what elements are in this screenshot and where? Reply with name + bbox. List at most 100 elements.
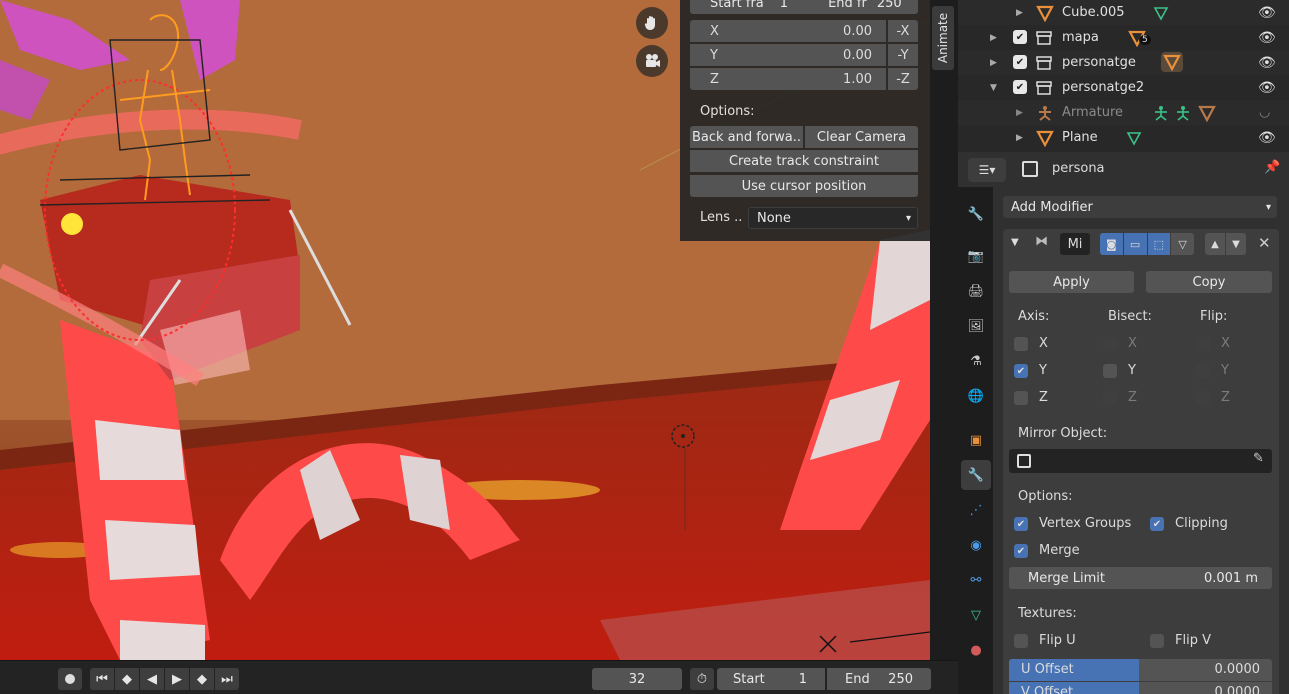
options-label: Options: [1018,489,1073,504]
close-icon[interactable]: ✕ [1258,234,1271,252]
u-offset-field[interactable]: U Offset 0.0000 [1009,659,1272,681]
play-icon: ▶ [172,671,182,687]
realtime-toggle[interactable]: ▭ [1123,233,1147,255]
use-cursor-position-button[interactable]: Use cursor position [690,175,918,197]
hand-pan-button[interactable] [636,7,668,39]
apply-button[interactable]: Apply [1009,271,1134,293]
on-cage-toggle[interactable]: ⬚ [1147,233,1171,255]
collapse-arrow-icon[interactable]: ▼ [1011,237,1019,248]
z-field[interactable]: Z 1.00 [690,68,886,90]
y-field[interactable]: Y 0.00 [690,44,886,66]
tab-render[interactable]: 📷 [961,241,991,271]
3d-viewport[interactable]: Start fra 1 End fr 250 X 0.00 -X Y 0.00 … [0,0,930,660]
bisect-z-checkbox[interactable] [1103,391,1117,405]
back-and-forward-button[interactable]: Back and forwa.. [690,126,803,148]
armature-icon [1039,105,1051,121]
eye-icon[interactable]: 👁 [1258,55,1276,71]
vertex-groups-checkbox[interactable]: ✔ [1014,517,1028,531]
mirror-object-field[interactable]: ✎ [1009,449,1272,473]
neg-x-button[interactable]: -X [888,20,918,42]
pin-icon[interactable]: 📌 [1264,160,1280,175]
bisect-y-checkbox[interactable] [1103,364,1117,378]
exclude-checkbox[interactable]: ✔ [1013,80,1027,94]
clear-camera-button[interactable]: Clear Camera [805,126,918,148]
eye-hidden-icon[interactable]: ◡ [1259,105,1270,120]
tab-particles[interactable]: ⋰ [961,495,991,525]
expand-arrow-icon[interactable]: ▶ [990,58,997,68]
eye-icon[interactable]: 👁 [1258,80,1276,96]
editor-type-dropdown[interactable]: ☰▾ [968,158,1006,182]
flip-z-checkbox[interactable] [1196,391,1210,405]
camera-view-button[interactable] [636,45,668,77]
exclude-checkbox[interactable]: ✔ [1013,30,1027,44]
axis-y-checkbox[interactable]: ✔ [1014,364,1028,378]
tab-output[interactable]: 🖨 [961,276,991,306]
axis-x-checkbox[interactable] [1014,337,1028,351]
flip-y-checkbox[interactable] [1196,364,1210,378]
outliner-row-personatge[interactable]: ▶ ✔ personatge 👁 [958,50,1289,75]
expand-arrow-icon[interactable]: ▶ [990,33,997,43]
clipping-checkbox[interactable]: ✔ [1150,517,1164,531]
tab-world[interactable]: 🌐 [961,381,991,411]
record-button[interactable] [58,668,82,690]
play-button[interactable]: ▶ [165,668,189,690]
edit-mode-toggle[interactable]: ◙ [1100,233,1123,255]
neg-z-button[interactable]: -Z [888,68,918,90]
flip-u-checkbox[interactable] [1014,634,1028,648]
start-frame-value[interactable]: 1 [780,0,788,11]
end-frame-field[interactable]: End 250 [827,668,931,690]
add-modifier-dropdown[interactable]: Add Modifier ▾ [1003,196,1277,218]
prev-keyframe-button[interactable]: ◆ [115,668,139,690]
tab-material[interactable]: ● [961,635,991,665]
outliner-row-plane[interactable]: ▶ Plane 👁 [958,125,1289,150]
x-field[interactable]: X 0.00 [690,20,886,42]
collapse-arrow-icon[interactable]: ▼ [990,83,997,93]
outliner-row-cube005[interactable]: ▶ Cube.005 👁 [958,0,1289,25]
merge-limit-field[interactable]: Merge Limit 0.001 m [1009,567,1272,589]
bisect-x-checkbox[interactable] [1103,337,1117,351]
next-keyframe-button[interactable]: ◆ [190,668,214,690]
tab-object[interactable]: ▣ [961,425,991,455]
vertex-toggle[interactable]: ▽ [1171,233,1194,255]
copy-button[interactable]: Copy [1146,271,1272,293]
create-track-constraint-button[interactable]: Create track constraint [690,150,918,172]
textures-label: Textures: [1018,606,1077,621]
start-frame-field[interactable]: Start 1 [717,668,825,690]
tab-animate[interactable]: Animate [932,6,954,70]
expand-arrow-icon[interactable]: ▶ [1016,133,1023,143]
current-frame-field[interactable]: 32 [592,668,682,690]
flip-v-checkbox[interactable] [1150,634,1164,648]
outliner-row-armature[interactable]: ▶ Armature ◡ [958,100,1289,125]
tab-tool[interactable]: 🔧 [961,199,991,229]
eyedropper-icon[interactable]: ✎ [1253,451,1264,466]
tab-data[interactable]: ▽ [961,600,991,630]
play-reverse-button[interactable]: ◀ [140,668,164,690]
eye-icon[interactable]: 👁 [1258,5,1276,21]
outliner-row-personatge2[interactable]: ▼ ✔ personatge2 👁 [958,75,1289,100]
expand-arrow-icon[interactable]: ▶ [1016,108,1023,118]
jump-start-button[interactable]: ⏮ [90,668,114,690]
tab-modifiers[interactable]: 🔧 [961,460,991,490]
end-frame-value[interactable]: 250 [877,0,902,11]
flip-x-checkbox[interactable] [1196,337,1210,351]
tab-scene[interactable]: ⚗ [961,346,991,376]
neg-y-button[interactable]: -Y [888,44,918,66]
merge-checkbox[interactable]: ✔ [1014,544,1028,558]
tab-view-layer[interactable]: 🖼 [961,311,991,341]
modifier-name-field[interactable]: Mi [1060,233,1090,255]
tab-constraints[interactable]: ⚯ [961,565,991,595]
v-offset-field[interactable]: V Offset 0.0000 [1009,682,1272,694]
lens-dropdown[interactable]: None ▾ [748,207,918,229]
eye-icon[interactable]: 👁 [1258,130,1276,146]
outliner-row-mapa[interactable]: ▶ ✔ mapa 5 👁 [958,25,1289,50]
use-preview-range-button[interactable]: ⏱ [690,668,714,690]
move-up-button[interactable]: ▲ [1205,233,1225,255]
tab-physics[interactable]: ◉ [961,530,991,560]
mesh-data-icon [1036,130,1054,147]
jump-end-button[interactable]: ⏭ [215,668,239,690]
axis-z-checkbox[interactable] [1014,391,1028,405]
move-down-button[interactable]: ▼ [1226,233,1246,255]
exclude-checkbox[interactable]: ✔ [1013,55,1027,69]
eye-icon[interactable]: 👁 [1258,30,1276,46]
expand-arrow-icon[interactable]: ▶ [1016,8,1023,18]
